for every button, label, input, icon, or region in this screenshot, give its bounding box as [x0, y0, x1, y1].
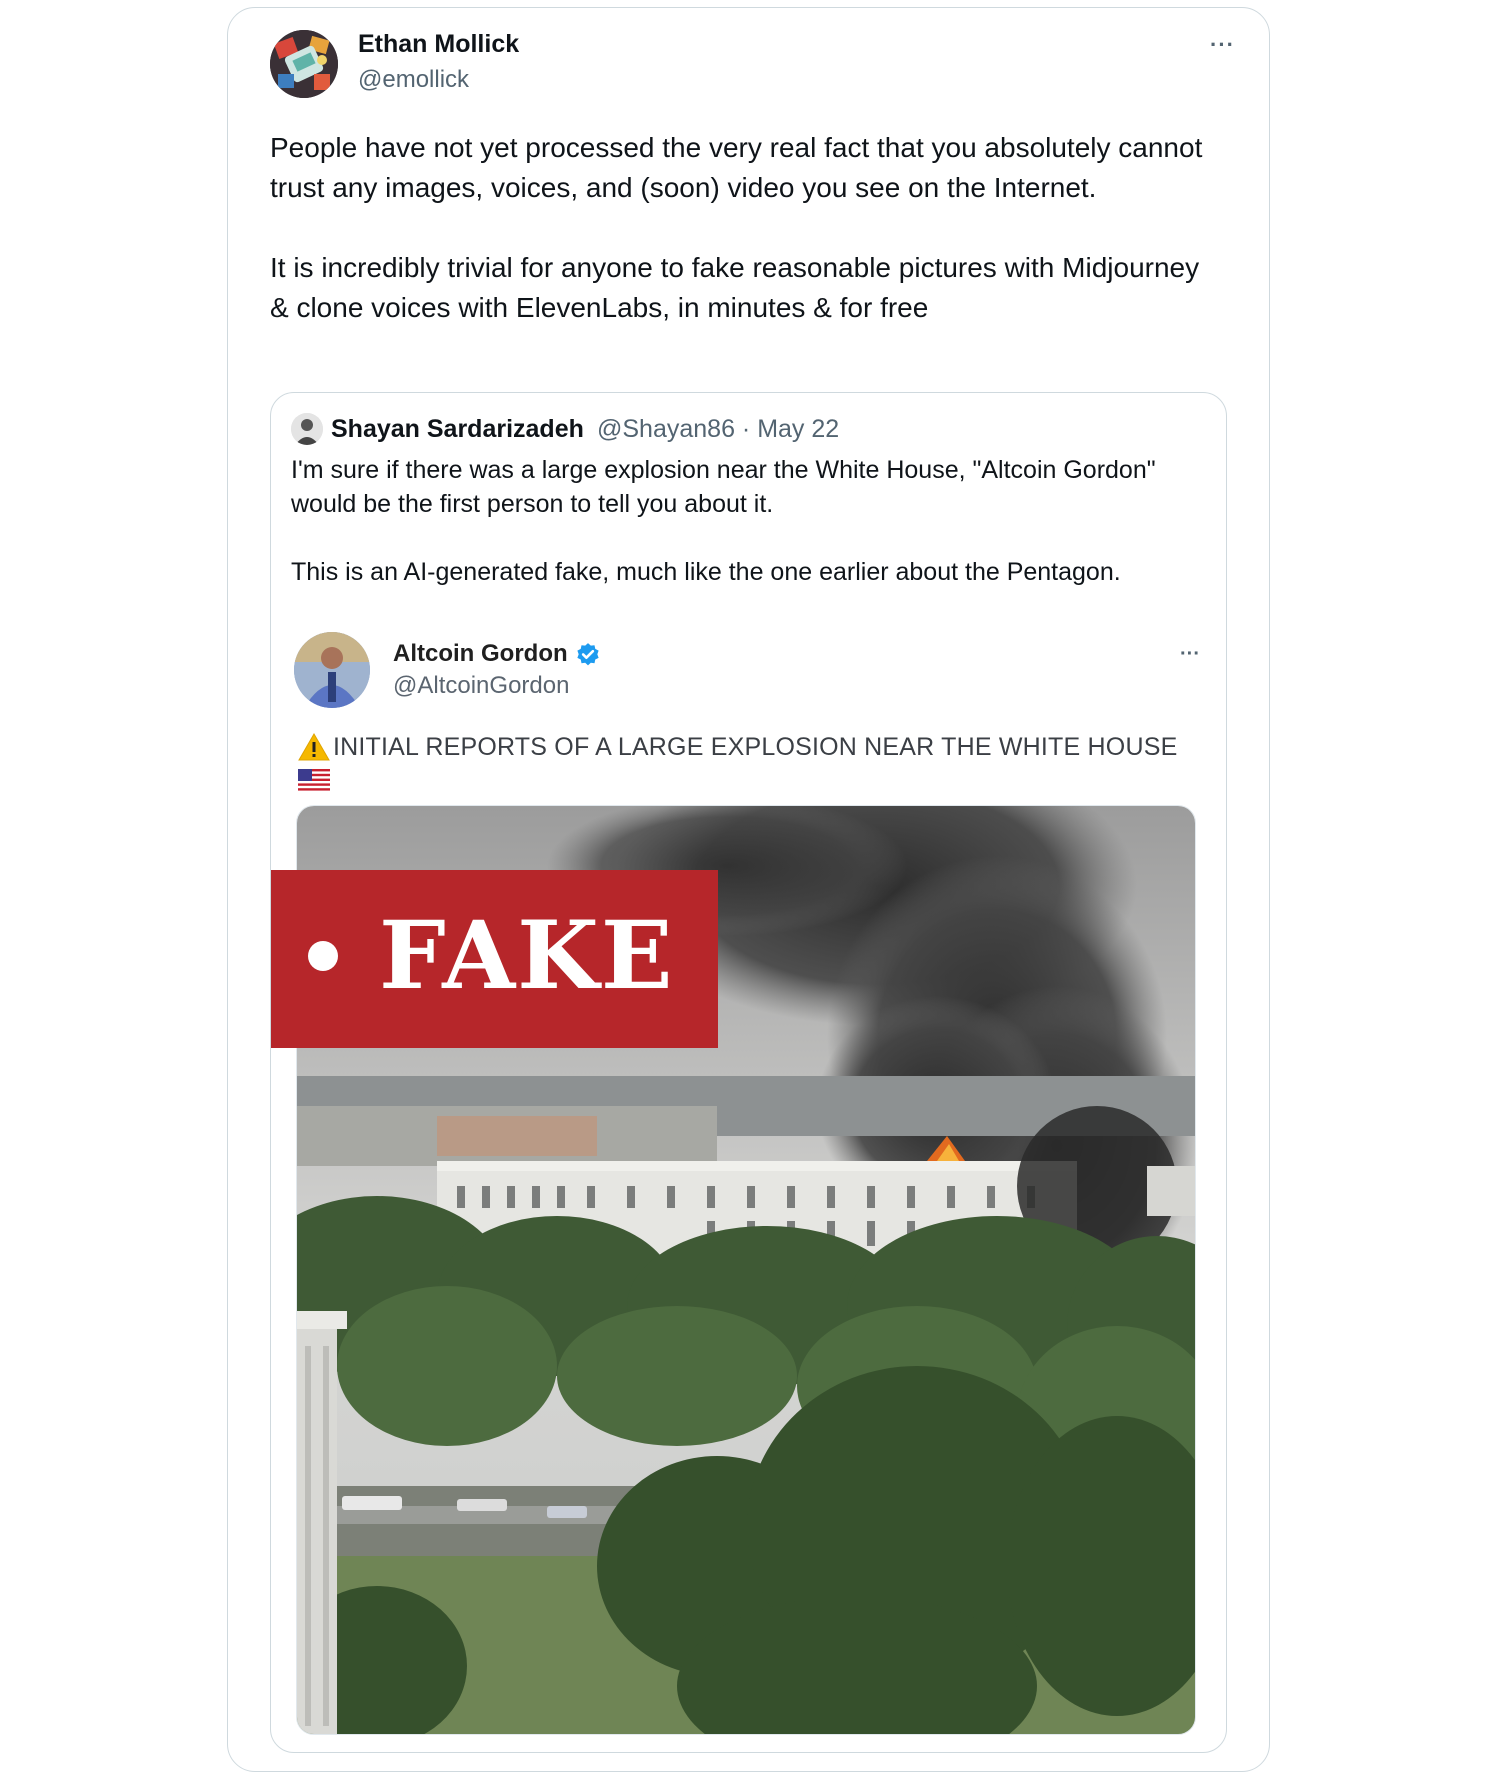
- quoted-paragraph: I'm sure if there was a large explosion …: [291, 456, 1156, 518]
- embedded-author-avatar: [294, 632, 370, 708]
- fake-label-banner: FAKE: [271, 870, 718, 1048]
- verified-badge-icon: [577, 643, 599, 666]
- warning-icon: [298, 732, 330, 761]
- quoted-tweet[interactable]: Shayan Sardarizadeh @Shayan86 · May 22 I…: [270, 392, 1227, 1753]
- tweet-paragraph: It is incredibly trivial for anyone to f…: [270, 252, 1200, 323]
- bullet-dot-icon: [308, 941, 338, 971]
- us-flag-icon: [298, 769, 330, 791]
- embedded-more-icon: ···: [1180, 643, 1200, 665]
- tweet-text: People have not yet processed the very r…: [270, 128, 1220, 328]
- quoted-author-name[interactable]: Shayan Sardarizadeh: [331, 415, 584, 444]
- fake-label-text: FAKE: [379, 901, 675, 1011]
- tweet-paragraph: People have not yet processed the very r…: [270, 132, 1203, 203]
- quoted-handle-date[interactable]: @Shayan86 · May 22: [597, 415, 839, 444]
- more-options-icon[interactable]: ···: [1210, 32, 1235, 58]
- quoted-text: I'm sure if there was a large explosion …: [291, 453, 1201, 589]
- embedded-author-handle: @AltcoinGordon: [393, 672, 570, 699]
- author-name[interactable]: Ethan Mollick: [358, 30, 519, 59]
- quoted-author-avatar[interactable]: [291, 413, 323, 445]
- embedded-author-name: Altcoin Gordon: [393, 640, 568, 667]
- author-handle[interactable]: @emollick: [358, 66, 469, 94]
- author-avatar[interactable]: [270, 30, 338, 98]
- tweet-card[interactable]: Ethan Mollick @emollick ··· People have …: [227, 7, 1270, 1772]
- embedded-tweet-text: INITIAL REPORTS OF A LARGE EXPLOSION NEA…: [333, 733, 1178, 761]
- quoted-paragraph: This is an AI-generated fake, much like …: [291, 558, 1121, 586]
